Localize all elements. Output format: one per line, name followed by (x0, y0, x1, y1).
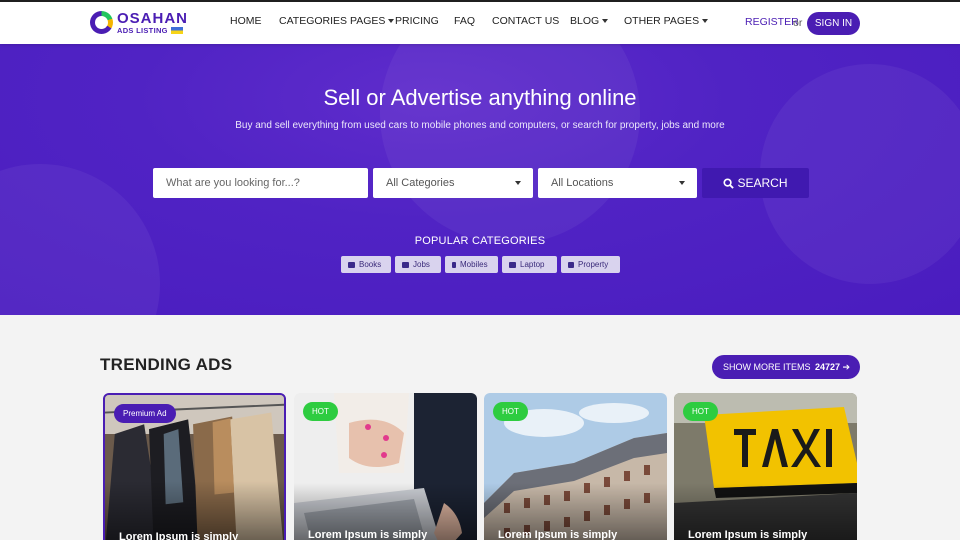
nav-other-pages[interactable]: OTHER PAGES (624, 15, 709, 27)
search-input[interactable] (153, 168, 368, 198)
item-count: 24727 ➔ (815, 355, 850, 379)
category-chip-books[interactable]: Books (341, 256, 391, 273)
hot-badge: HOT (303, 402, 338, 421)
sign-in-button[interactable]: SIGN IN (807, 12, 860, 35)
nav-label: BLOG (570, 15, 600, 27)
ad-card[interactable]: HOT Lorem Ipsum is simply (294, 393, 477, 540)
caret-down-icon (702, 19, 709, 24)
location-select-value: All Locations (551, 177, 614, 189)
category-chip-property[interactable]: Property (561, 256, 620, 273)
search-icon (723, 178, 735, 189)
nav-label: OTHER PAGES (624, 15, 700, 27)
mobile-icon (452, 261, 456, 268)
hot-badge: HOT (493, 402, 528, 421)
nav-label: CONTACT US (492, 15, 560, 27)
popular-categories-title: POPULAR CATEGORIES (414, 235, 546, 247)
site-logo[interactable]: OSAHAN ADS LISTING (90, 10, 190, 38)
hero-background-shape (380, 44, 640, 244)
category-chip-mobiles[interactable]: Mobiles (445, 256, 498, 273)
logo-sub-text: ADS LISTING (117, 26, 168, 35)
trending-ads-title: TRENDING ADS (100, 355, 233, 374)
ad-title: Lorem Ipsum is simply (498, 529, 618, 540)
ad-card[interactable]: HOT Lorem Ipsum is simply (674, 393, 857, 540)
caret-down-icon (388, 19, 395, 24)
nav-label: CATEGORIES PAGES (279, 15, 386, 27)
category-chip-jobs[interactable]: Jobs (395, 256, 441, 273)
category-chip-laptop[interactable]: Laptop (502, 256, 557, 273)
chip-label: Mobiles (460, 260, 488, 269)
hero-subtitle: Buy and sell everything from used cars t… (235, 120, 725, 131)
location-select[interactable]: All Locations (538, 168, 697, 198)
nav-contact-us[interactable]: CONTACT US (492, 15, 559, 27)
hero-title: Sell or Advertise anything online (323, 85, 637, 110)
laptop-icon (509, 261, 516, 268)
top-navbar: OSAHAN ADS LISTING HOME CATEGORIES PAGES… (0, 0, 960, 44)
nav-pricing[interactable]: PRICING (395, 15, 439, 27)
category-select[interactable]: All Categories (373, 168, 533, 198)
nav-categories-pages[interactable]: CATEGORIES PAGES (279, 15, 395, 27)
show-more-label: SHOW MORE ITEMS (723, 362, 811, 372)
logo-ring-icon (90, 11, 113, 34)
hero-section: Sell or Advertise anything online Buy an… (0, 44, 960, 315)
ad-title: Lorem Ipsum is simply (688, 529, 808, 540)
search-button-label: SEARCH (737, 176, 788, 190)
ad-title: Lorem Ipsum is simply (308, 529, 428, 540)
building-icon (568, 261, 574, 268)
nav-label: FAQ (454, 15, 476, 27)
logo-main-text: OSAHAN (117, 10, 189, 27)
nav-label: HOME (230, 15, 262, 27)
caret-down-icon (679, 181, 685, 185)
chip-label: Laptop (520, 260, 545, 269)
flag-icon (171, 27, 183, 34)
caret-down-icon (515, 181, 521, 185)
nav-blog[interactable]: BLOG (570, 15, 609, 27)
hot-badge: HOT (683, 402, 718, 421)
ad-card[interactable]: HOT Lorem Ipsum is simply (484, 393, 667, 540)
nav-faq[interactable]: FAQ (454, 15, 475, 27)
briefcase-icon (402, 261, 409, 268)
chip-label: Property (578, 260, 609, 269)
arrow-right-icon: ➔ (842, 362, 851, 372)
caret-down-icon (602, 19, 609, 24)
chip-label: Jobs (413, 260, 430, 269)
book-icon (348, 261, 355, 268)
ad-card[interactable]: Premium Ad Lorem Ipsum is simply (103, 393, 286, 540)
chip-label: Books (359, 260, 382, 269)
ad-title: Lorem Ipsum is simply (119, 531, 239, 540)
nav-home[interactable]: HOME (230, 15, 262, 27)
nav-label: PRICING (395, 15, 439, 27)
or-text: or (793, 17, 803, 29)
premium-badge: Premium Ad (114, 404, 176, 423)
show-more-items-button[interactable]: SHOW MORE ITEMS 24727 ➔ (712, 355, 860, 379)
item-count-value: 24727 (815, 362, 841, 372)
category-select-value: All Categories (386, 177, 455, 189)
register-link[interactable]: REGISTER (745, 16, 799, 28)
search-button[interactable]: SEARCH (702, 168, 809, 198)
